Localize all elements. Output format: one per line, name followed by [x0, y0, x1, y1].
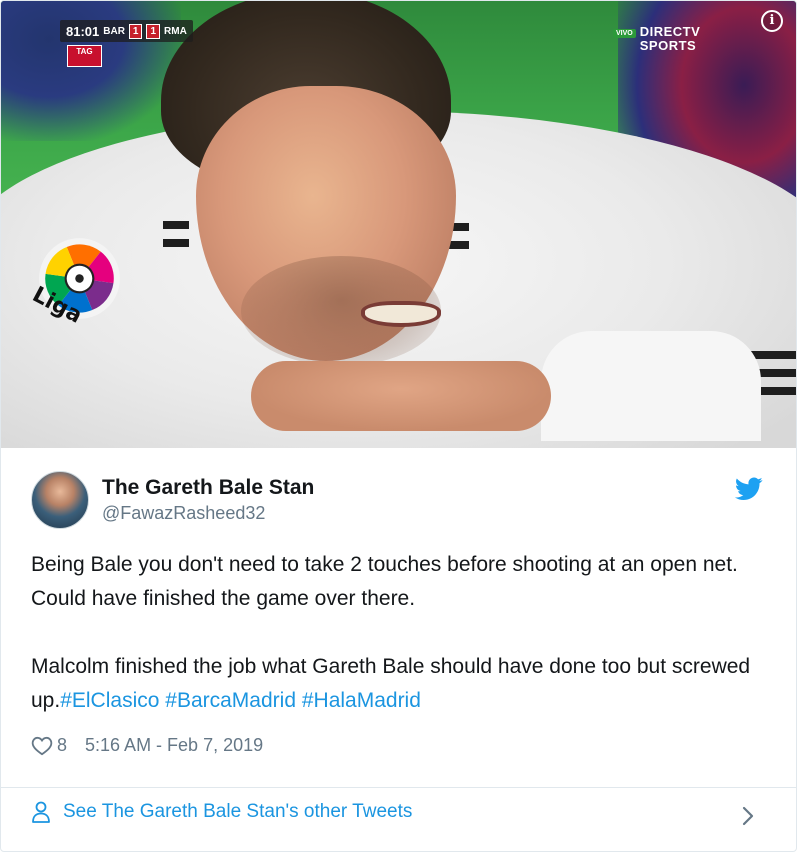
tweet-text: Being Bale you don't need to take 2 touc… [31, 548, 781, 718]
tweet-media-image[interactable]: Liga 81:01 BAR 1 1 RMA TAG VIVO DIRECTV … [1, 1, 796, 448]
embedded-tweet-card: Liga 81:01 BAR 1 1 RMA TAG VIVO DIRECTV … [0, 0, 797, 852]
broadcaster-logo: VIVO DIRECTV SPORTS [613, 25, 700, 53]
broadcaster-line1: DIRECTV [639, 24, 701, 39]
divider [1, 787, 796, 788]
avatar[interactable] [31, 471, 89, 529]
heart-icon[interactable] [31, 736, 53, 756]
info-icon[interactable]: i [761, 10, 783, 32]
home-team: BAR [103, 25, 125, 37]
player-arm [251, 361, 551, 431]
jersey-stripe [163, 239, 189, 247]
like-count[interactable]: 8 [57, 735, 67, 756]
hashtag-elclasico[interactable]: #ElClasico [60, 689, 159, 712]
tweet-paragraph-1: Being Bale you don't need to take 2 touc… [31, 553, 738, 610]
display-name[interactable]: The Gareth Bale Stan [102, 475, 314, 501]
see-other-tweets-link[interactable]: See The Gareth Bale Stan's other Tweets [31, 801, 412, 823]
person-icon [32, 801, 50, 823]
away-score: 1 [146, 23, 161, 39]
tweet-author[interactable]: The Gareth Bale Stan @FawazRasheed32 [31, 471, 314, 529]
home-score: 1 [128, 23, 143, 39]
user-handle[interactable]: @FawazRasheed32 [102, 501, 314, 525]
author-names: The Gareth Bale Stan @FawazRasheed32 [102, 475, 314, 525]
broadcaster-name: DIRECTV SPORTS [640, 25, 701, 53]
jersey-stripe [163, 221, 189, 229]
match-clock: 81:01 [66, 23, 100, 39]
sponsor-logo: TAG [67, 45, 102, 67]
hashtag-halamadrid[interactable]: #HalaMadrid [302, 689, 421, 712]
jersey-stripe [449, 241, 469, 249]
see-other-tweets-label[interactable]: See The Gareth Bale Stan's other Tweets [63, 801, 412, 823]
player-sleeve [541, 331, 761, 441]
twitter-bird-icon[interactable] [735, 477, 763, 501]
scorebug: 81:01 BAR 1 1 RMA [60, 20, 193, 42]
tweet-meta: 8 5:16 AM - Feb 7, 2019 [31, 735, 263, 756]
player-mouth [361, 301, 441, 327]
broadcaster-line2: SPORTS [639, 38, 697, 53]
live-badge: VIVO [613, 29, 636, 38]
away-team: RMA [164, 25, 187, 37]
hashtag-barcamadrid[interactable]: #BarcaMadrid [165, 689, 296, 712]
tweet-timestamp[interactable]: 5:16 AM - Feb 7, 2019 [85, 735, 263, 756]
chevron-right-icon[interactable] [741, 804, 755, 828]
tweet-paragraph-2: Malcolm finished the job what Gareth Bal… [31, 650, 781, 718]
